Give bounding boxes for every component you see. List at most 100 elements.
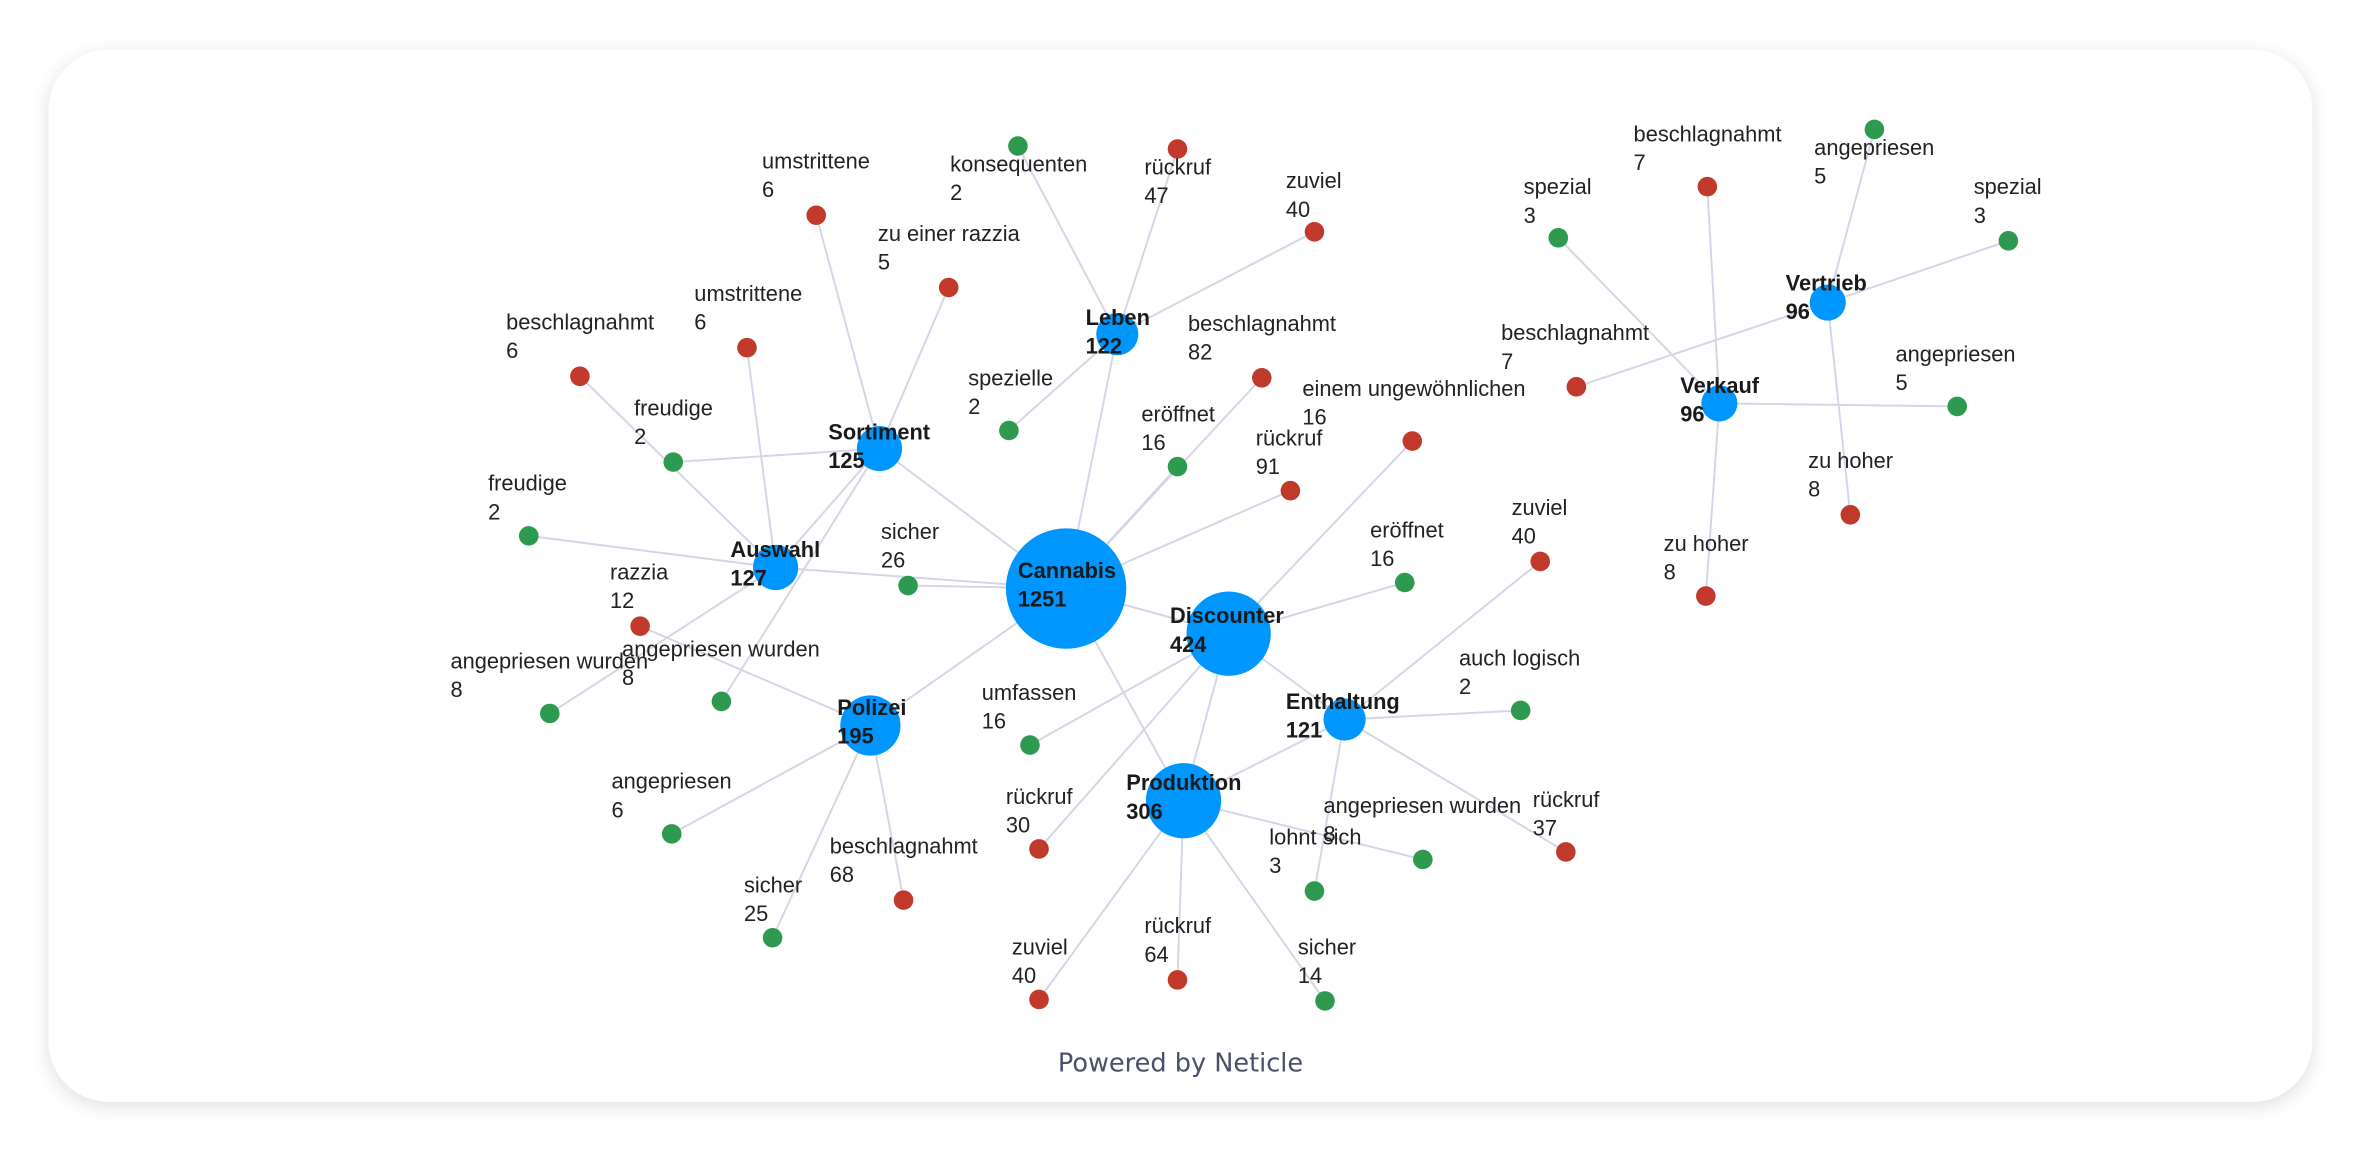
node-label: umfassen	[982, 680, 1077, 705]
term-node-n27[interactable]	[1556, 842, 1576, 862]
node-value: 5	[1895, 370, 1907, 395]
term-node-n22[interactable]	[1394, 572, 1415, 593]
term-node-n30[interactable]	[1029, 989, 1049, 1010]
term-node-n18[interactable]	[1251, 368, 1272, 388]
term-node-n13[interactable]	[893, 890, 914, 910]
node-label: Leben	[1086, 305, 1150, 330]
term-node-n36[interactable]	[1998, 231, 2019, 251]
node-value: 40	[1286, 197, 1310, 222]
term-node-n17[interactable]	[999, 420, 1019, 441]
node-value: 96	[1786, 299, 1810, 324]
node-value: 47	[1144, 183, 1168, 208]
node-label: beschlagnahmt	[1634, 121, 1782, 146]
term-node-n19[interactable]	[1167, 456, 1188, 477]
node-value: 82	[1188, 340, 1212, 365]
term-node-n38[interactable]	[1947, 396, 1967, 417]
term-node-n5[interactable]	[570, 366, 590, 387]
term-node-n9[interactable]	[898, 575, 918, 596]
node-value: 122	[1086, 334, 1122, 359]
term-node-n40[interactable]	[1696, 586, 1716, 606]
node-label: freudige	[634, 395, 713, 420]
node-label: eröffnet	[1141, 401, 1215, 426]
node-value: 5	[1814, 164, 1826, 189]
node-value: 6	[612, 797, 624, 822]
term-node-n39[interactable]	[1840, 505, 1861, 525]
node-value: 25	[744, 901, 768, 926]
term-node-n26[interactable]	[1510, 700, 1531, 721]
term-node-n7[interactable]	[518, 526, 539, 546]
term-node-n20[interactable]	[1280, 480, 1301, 501]
term-node-n3[interactable]	[663, 452, 684, 472]
node-label: Enthaltung	[1286, 689, 1400, 714]
term-node-n11[interactable]	[661, 824, 682, 844]
powered-by-footer[interactable]: Powered by Neticle	[1058, 1049, 1303, 1079]
term-node-n12[interactable]	[762, 927, 783, 948]
node-label: Cannabis	[1018, 558, 1116, 583]
node-label: Auswahl	[730, 537, 820, 562]
term-node-n31[interactable]	[1167, 970, 1188, 990]
node-label: sicher	[881, 519, 939, 544]
term-node-n23[interactable]	[1020, 735, 1040, 755]
node-value: 16	[982, 709, 1006, 734]
node-label: beschlagnahmt	[1188, 311, 1336, 336]
node-label: beschlagnahmt	[1501, 320, 1649, 345]
node-label: razzia	[610, 560, 669, 585]
node-value: 125	[828, 448, 864, 473]
node-value: 7	[1634, 150, 1646, 175]
term-node-n21[interactable]	[1402, 431, 1423, 451]
node-value: 2	[968, 394, 980, 419]
node-label: einem ungewöhnlichen	[1302, 376, 1525, 401]
term-node-n24[interactable]	[1029, 839, 1049, 859]
node-label: zuviel	[1512, 495, 1568, 520]
node-label: beschlagnahmt	[830, 833, 978, 858]
term-node-n37[interactable]	[1566, 377, 1587, 397]
node-label: konsequenten	[950, 152, 1087, 177]
term-node-n16[interactable]	[1304, 222, 1325, 242]
node-label: Discounter	[1170, 603, 1284, 628]
node-label: zuviel	[1286, 168, 1342, 193]
node-value: 6	[506, 338, 518, 363]
term-node-n1[interactable]	[806, 205, 827, 226]
term-node-n6[interactable]	[737, 337, 757, 358]
node-label: angepriesen	[1814, 135, 1934, 160]
node-label: angepriesen wurden	[1323, 793, 1521, 818]
term-node-n33[interactable]	[1548, 228, 1569, 248]
node-label: auch logisch	[1459, 645, 1580, 670]
term-node-n2[interactable]	[938, 277, 959, 298]
term-node-n8[interactable]	[540, 703, 560, 724]
term-node-n29[interactable]	[1413, 849, 1433, 870]
node-label: sicher	[744, 873, 802, 898]
term-node-n28[interactable]	[1304, 881, 1325, 901]
node-value: 8	[1664, 560, 1676, 585]
node-label: beschlagnahmt	[506, 310, 654, 335]
node-value: 30	[1006, 812, 1030, 837]
term-node-n4[interactable]	[711, 691, 732, 712]
node-label: rückruf	[1533, 787, 1601, 812]
node-value: 64	[1144, 942, 1168, 967]
node-label: umstrittene	[762, 149, 870, 174]
node-value: 8	[1808, 477, 1820, 502]
node-value: 306	[1126, 799, 1162, 824]
node-value: 16	[1141, 430, 1165, 455]
term-node-n32[interactable]	[1315, 991, 1335, 1011]
node-value: 2	[488, 499, 500, 524]
node-value: 2	[1459, 674, 1471, 699]
node-value: 3	[1974, 203, 1986, 228]
term-node-n25[interactable]	[1530, 551, 1551, 572]
node-label: sicher	[1298, 934, 1356, 959]
node-label: spezial	[1974, 174, 2042, 199]
network-graph: Cannabis1251Discounter424Produktion306Po…	[48, 49, 2313, 1102]
node-value: 14	[1298, 963, 1322, 988]
node-value: 7	[1501, 349, 1513, 374]
node-label: Produktion	[1126, 770, 1241, 795]
node-label: zuviel	[1012, 934, 1068, 959]
term-node-n10[interactable]	[630, 616, 650, 636]
node-label: angepriesen	[1895, 341, 2015, 366]
node-value: 68	[830, 862, 854, 887]
term-node-n34[interactable]	[1697, 176, 1718, 197]
node-value: 40	[1512, 523, 1536, 548]
node-label: angepriesen wurden	[622, 636, 820, 661]
node-label: zu hoher	[1808, 448, 1893, 473]
node-label: spezial	[1524, 174, 1592, 199]
node-value: 40	[1012, 963, 1036, 988]
